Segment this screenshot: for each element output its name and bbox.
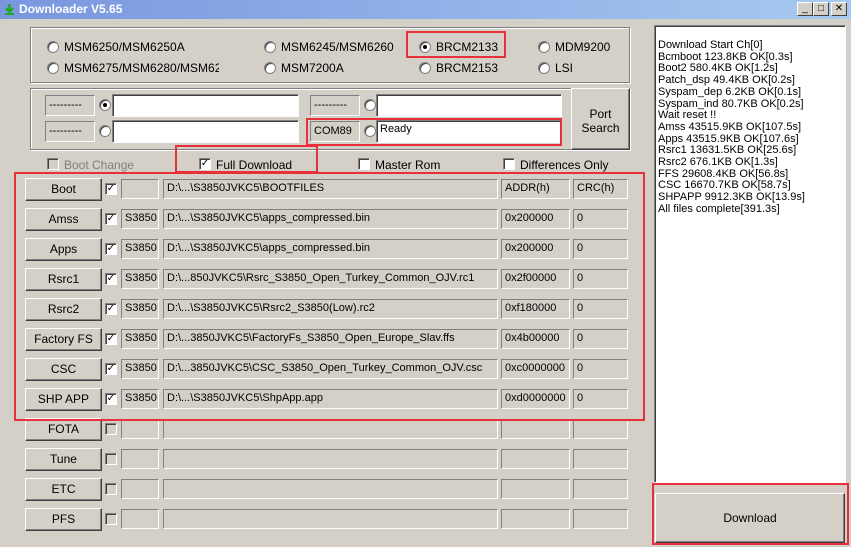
chipset-radio-brcm2153[interactable] bbox=[419, 62, 431, 74]
chipset-radio-msm6250[interactable] bbox=[47, 41, 59, 53]
file-path bbox=[163, 509, 498, 529]
highlight-download bbox=[652, 483, 849, 545]
differences-only-checkbox[interactable] bbox=[503, 158, 515, 170]
minimize-icon: _ bbox=[802, 3, 808, 14]
port-status-3 bbox=[376, 94, 562, 117]
file-model bbox=[121, 449, 159, 469]
port-radio-2[interactable] bbox=[99, 125, 111, 137]
boot-change-label: Boot Change bbox=[64, 158, 135, 172]
file-address bbox=[501, 449, 570, 469]
highlight-full-download bbox=[175, 145, 318, 173]
file-address bbox=[501, 509, 570, 529]
chipset-label: MSM6275/MSM6280/MSM6290 bbox=[64, 61, 219, 75]
highlight-com89 bbox=[306, 118, 562, 146]
file-crc bbox=[573, 509, 628, 529]
chipset-radio-mdm9200[interactable] bbox=[538, 41, 550, 53]
log-line: All files complete[391.3s] bbox=[658, 202, 780, 215]
boot-change-checkbox[interactable] bbox=[47, 158, 59, 170]
port-label-2: --------- bbox=[45, 121, 95, 142]
file-checkbox[interactable] bbox=[105, 513, 117, 525]
master-rom-checkbox[interactable] bbox=[358, 158, 370, 170]
chipset-label: LSI bbox=[555, 61, 574, 75]
differences-only-label: Differences Only bbox=[520, 158, 609, 172]
chipset-label: BRCM2153 bbox=[436, 61, 499, 75]
file-button[interactable]: ETC bbox=[25, 478, 102, 501]
file-checkbox[interactable] bbox=[105, 423, 117, 435]
file-address bbox=[501, 479, 570, 499]
window-title: Downloader V5.65 bbox=[19, 2, 123, 16]
close-icon: ✕ bbox=[834, 3, 844, 14]
file-model bbox=[121, 479, 159, 499]
file-crc bbox=[573, 449, 628, 469]
port-status-2 bbox=[112, 120, 299, 143]
title-bar: Downloader V5.65 _ □ ✕ bbox=[0, 0, 851, 19]
log-panel: Download Start Ch[0] Bcmboot 123.8KB OK[0… bbox=[654, 25, 846, 483]
log-lines: Download Start Ch[0] Bcmboot 123.8KB OK[0… bbox=[658, 39, 845, 216]
chipset-label: MSM6245/MSM6260 bbox=[281, 40, 394, 54]
maximize-icon: □ bbox=[817, 3, 825, 14]
chipset-label: MSM7200A bbox=[281, 61, 344, 75]
port-label-1: --------- bbox=[45, 95, 95, 116]
close-button[interactable]: ✕ bbox=[831, 2, 847, 16]
minimize-button[interactable]: _ bbox=[797, 2, 813, 16]
chipset-label: MDM9200 bbox=[555, 40, 611, 54]
port-status-1 bbox=[112, 94, 299, 117]
file-path bbox=[163, 449, 498, 469]
chipset-radio-msm6275[interactable] bbox=[47, 62, 59, 74]
file-crc bbox=[573, 419, 628, 439]
chipset-label: MSM6250/MSM6250A bbox=[64, 40, 185, 54]
maximize-button[interactable]: □ bbox=[813, 2, 829, 16]
file-checkbox[interactable] bbox=[105, 483, 117, 495]
highlight-brcm2133 bbox=[406, 31, 506, 58]
file-button[interactable]: PFS bbox=[25, 508, 102, 531]
file-path bbox=[163, 419, 498, 439]
file-button[interactable]: Tune bbox=[25, 448, 102, 471]
highlight-file-list bbox=[14, 172, 645, 421]
file-model bbox=[121, 419, 159, 439]
master-rom-label: Master Rom bbox=[375, 158, 441, 172]
file-checkbox[interactable] bbox=[105, 453, 117, 465]
file-button[interactable]: FOTA bbox=[25, 418, 102, 441]
log-line: Syspam_dep 6.2KB OK[0.1s] bbox=[658, 85, 802, 98]
app-icon bbox=[5, 4, 14, 15]
log-line: Amss 43515.9KB OK[107.5s] bbox=[658, 120, 802, 133]
chipset-radio-msm7200a[interactable] bbox=[264, 62, 276, 74]
file-crc bbox=[573, 479, 628, 499]
port-radio-1[interactable] bbox=[99, 99, 111, 111]
log-line: Rsrc2 676.1KB OK[1.3s] bbox=[658, 156, 778, 169]
port-label-3: --------- bbox=[310, 95, 360, 116]
port-search-button[interactable]: Port Search bbox=[571, 88, 630, 150]
file-address bbox=[501, 419, 570, 439]
log-line: Download Start Ch[0] bbox=[658, 39, 763, 51]
chipset-radio-msm6245[interactable] bbox=[264, 41, 276, 53]
port-radio-3[interactable] bbox=[364, 99, 376, 111]
file-path bbox=[163, 479, 498, 499]
file-model bbox=[121, 509, 159, 529]
chipset-radio-lsi[interactable] bbox=[538, 62, 550, 74]
